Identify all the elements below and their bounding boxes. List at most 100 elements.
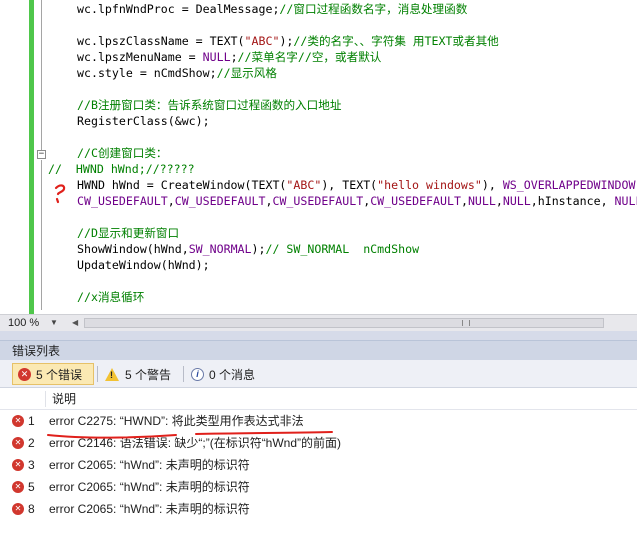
code-token: CW_USEDEFAULT	[370, 194, 461, 208]
error-description: error C2146: 语法错误: 缺少“;”(在标识符“hWnd”的前面)	[49, 436, 342, 450]
errors-filter-button[interactable]: ✕ 5 个错误	[12, 363, 94, 385]
error-number: 5	[28, 480, 35, 494]
code-token: //窗口过程函数名字，消息处理函数	[279, 2, 468, 16]
code-token: "hello windows"	[377, 178, 482, 192]
outline-guide	[41, 0, 42, 150]
code-token: ,	[167, 194, 175, 208]
code-token: HWND hWnd = CreateWindow(TEXT(	[77, 178, 287, 192]
error-list-toolbar: ✕ 5 个错误 ! 5 个警告 i 0 个消息	[0, 360, 637, 388]
error-row[interactable]: ✕ 3 error C2065: “hWnd”: 未声明的标识符	[0, 454, 637, 476]
chevron-down-icon[interactable]: ▼	[50, 316, 58, 330]
code-token: //x消息循环	[77, 290, 145, 304]
error-row[interactable]: ✕ 2 error C2146: 语法错误: 缺少“;”(在标识符“hWnd”的前面…	[0, 432, 637, 454]
column-header-description[interactable]: 说明	[52, 388, 76, 410]
code-token: CW_USEDEFAULT	[272, 194, 364, 208]
code-token: //C创建窗口类：	[77, 146, 168, 160]
code-token: //菜单名字//空，或者默认	[237, 50, 382, 64]
info-icon: i	[191, 367, 204, 381]
handwritten-mark-icon	[54, 184, 66, 204]
code-token: UpdateWindow(hWnd);	[77, 258, 210, 272]
code-token: HWND hWnd;//?????	[75, 162, 195, 176]
error-list-header: 说明	[0, 388, 637, 410]
outline-guide	[41, 160, 42, 310]
column-divider[interactable]	[45, 391, 46, 407]
error-number: 2	[28, 436, 35, 450]
code-token: wc.lpfnWndProc = DealMessage;	[77, 2, 280, 16]
code-token: NULL	[502, 194, 531, 208]
scroll-grip-icon	[462, 320, 470, 326]
code-line[interactable]: wc.lpszMenuName = NULL;//菜单名字//空，或者默认	[77, 49, 381, 65]
editor-status-strip: 100 % ▼ ◀	[0, 314, 637, 331]
error-description: error C2065: “hWnd”: 未声明的标识符	[49, 458, 250, 472]
error-icon: ✕	[18, 367, 31, 381]
error-icon: ✕	[12, 415, 24, 427]
code-token: SW_NORMAL	[188, 242, 252, 256]
code-line[interactable]: CW_USEDEFAULT,CW_USEDEFAULT,CW_USEDEFAUL…	[77, 193, 637, 209]
zoom-level-value: 100 %	[8, 317, 40, 329]
code-token: );	[251, 242, 266, 256]
code-line[interactable]: // HWND hWnd;//?????	[48, 161, 195, 177]
code-line[interactable]: UpdateWindow(hWnd);	[77, 257, 210, 273]
error-row[interactable]: ✕ 5 error C2065: “hWnd”: 未声明的标识符	[0, 476, 637, 498]
code-token: //	[48, 162, 76, 176]
error-icon: ✕	[12, 437, 24, 449]
error-description: error C2065: “hWnd”: 未声明的标识符	[49, 502, 250, 516]
messages-filter-button[interactable]: i 0 个消息	[186, 363, 266, 385]
scroll-left-icon[interactable]: ◀	[72, 317, 82, 329]
code-token: ;	[230, 50, 238, 64]
warnings-filter-button[interactable]: ! 5 个警告	[100, 363, 180, 385]
code-token: // SW_NORMAL nCmdShow	[265, 242, 420, 256]
code-token: //D显示和更新窗口	[77, 226, 180, 240]
error-number: 3	[28, 458, 35, 472]
code-token: );	[279, 34, 294, 48]
code-editor[interactable]: − wc.lpfnWndProc = DealMessage;//窗口过程函数名…	[0, 0, 637, 314]
code-token: ShowWindow(hWnd,	[77, 242, 189, 256]
code-token: "ABC"	[286, 178, 322, 192]
error-number: 1	[28, 414, 35, 428]
messages-filter-label: 0 个消息	[209, 367, 256, 382]
line-gutter	[0, 0, 30, 314]
code-line[interactable]: //C创建窗口类：	[77, 145, 168, 161]
code-token: NULL	[202, 50, 231, 64]
code-token: "ABC"	[244, 34, 280, 48]
code-line[interactable]: //x消息循环	[77, 289, 144, 305]
code-token: ),	[481, 178, 503, 192]
code-line[interactable]: //B注册窗口类：告诉系统窗口过程函数的入口地址	[77, 97, 341, 113]
error-icon: ✕	[12, 459, 24, 471]
error-list-rows: ✕ 1 error C2275: “HWND”: 将此类型用作表达式非法 ✕ 2 erro…	[0, 410, 637, 540]
code-token: wc.lpszClassName = TEXT(	[77, 34, 245, 48]
code-line[interactable]: wc.lpfnWndProc = DealMessage;//窗口过程函数名字，…	[77, 1, 467, 17]
error-number: 8	[28, 502, 35, 516]
code-line[interactable]: wc.style = nCmdShow;//显示风格	[77, 65, 277, 81]
error-icon: ✕	[12, 481, 24, 493]
horizontal-scroll-thumb[interactable]	[84, 318, 604, 328]
code-token: WS_OVERLAPPEDWINDOW	[502, 178, 636, 192]
collapse-toggle-icon[interactable]: −	[37, 150, 46, 159]
code-token: CW_USEDEFAULT	[174, 194, 266, 208]
code-line[interactable]: wc.lpszClassName = TEXT("ABC");//类的名字、、字…	[77, 33, 499, 49]
code-area[interactable]: wc.lpfnWndProc = DealMessage;//窗口过程函数名字，…	[48, 0, 637, 314]
error-row[interactable]: ✕ 1 error C2275: “HWND”: 将此类型用作表达式非法	[0, 410, 637, 432]
code-token: ,	[460, 194, 468, 208]
code-token: wc.style = nCmdShow;	[77, 66, 217, 80]
toolbar-separator	[183, 366, 184, 382]
code-token: RegisterClass(&wc);	[77, 114, 210, 128]
code-token: wc.lpszMenuName =	[77, 50, 203, 64]
code-token: ), TEXT(	[321, 178, 378, 192]
error-row[interactable]: ✕ 8 error C2065: “hWnd”: 未声明的标识符	[0, 498, 637, 520]
code-token: //B注册窗口类：告诉系统窗口过程函数的入口地址	[77, 98, 342, 112]
code-token: //类的名字、、字符集 用TEXT或者其他	[293, 34, 499, 48]
code-line[interactable]: ShowWindow(hWnd,SW_NORMAL);// SW_NORMAL …	[77, 241, 419, 257]
code-line[interactable]: HWND hWnd = CreateWindow(TEXT("ABC"), TE…	[77, 177, 635, 193]
code-token: ,	[495, 194, 503, 208]
code-token: //显示风格	[216, 66, 277, 80]
warnings-filter-label: 5 个警告	[125, 367, 172, 382]
code-token: NULL	[467, 194, 496, 208]
panel-splitter[interactable]	[0, 331, 637, 340]
error-description: error C2275: “HWND”: 将此类型用作表达式非法	[49, 414, 304, 428]
code-line[interactable]: //D显示和更新窗口	[77, 225, 179, 241]
warning-icon: !	[105, 367, 119, 381]
code-line[interactable]: RegisterClass(&wc);	[77, 113, 210, 129]
error-icon: ✕	[12, 503, 24, 515]
toolbar-separator	[97, 366, 98, 382]
